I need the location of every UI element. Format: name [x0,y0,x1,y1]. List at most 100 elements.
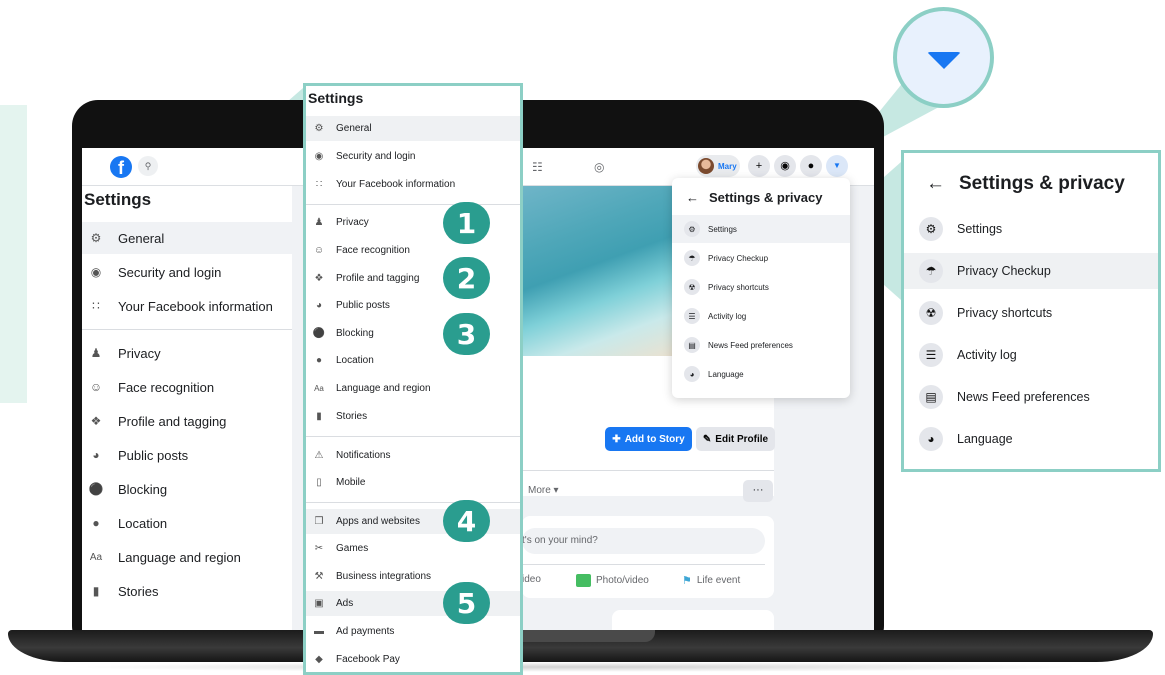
dropdown-item-settings[interactable]: ⚙ Settings [672,215,850,243]
back-arrow-icon[interactable]: ← [926,173,945,195]
more-tab[interactable]: More ▾ [528,485,559,496]
zoom-item-label: Ad payments [336,626,395,637]
dropdown-item-language[interactable]: ◕ Language [672,360,850,388]
edit-profile-button[interactable]: ✎ Edit Profile [696,427,775,451]
sidebar-item-label: Public posts [118,447,189,463]
business-icon: ⚒ [314,571,324,582]
profile-shortcut[interactable]: Mary [696,155,740,177]
groups-icon[interactable]: ◎ [594,160,604,174]
live-video-button[interactable]: ideo [522,574,541,585]
zoom-item-label: Location [336,355,374,366]
zoom-item-label: General [336,123,372,134]
sidebar-item-blocking[interactable]: ⚫ Blocking [82,473,292,505]
sidebar-item-label: Privacy [118,345,161,361]
sidebar-item-face-recognition[interactable]: ☺ Face recognition [82,371,292,403]
sidebar-item-facebook-info[interactable]: ∷ Your Facebook information [82,290,292,322]
sidebar-item-security[interactable]: ◉ Security and login [82,256,292,288]
zoom-item-public-posts[interactable]: ◕ Public posts [306,293,520,318]
zoom-item-label: Public posts [336,300,390,311]
panel-item-privacy-shortcuts[interactable]: ☢ Privacy shortcuts [904,295,1158,331]
dropdown-item-label: News Feed preferences [708,340,793,350]
dropdown-item-label: Privacy shortcuts [708,282,769,292]
sidebar-item-stories[interactable]: ▮ Stories [82,575,292,607]
panel-item-language[interactable]: ◕ Language [904,421,1158,457]
zoom-item-business-integrations[interactable]: ⚒ Business integrations [306,564,520,589]
panel-item-privacy-checkup[interactable]: ☂ Privacy Checkup [904,253,1158,289]
zoom-item-label: Profile and tagging [336,273,420,284]
dropdown-item-activity-log[interactable]: ☰ Activity log [672,302,850,330]
dropdown-item-privacy-checkup[interactable]: ☂ Privacy Checkup [672,244,850,272]
avatar [698,158,714,174]
language-icon: Aa [89,551,103,563]
step-badge-3: 3 [443,313,490,355]
sidebar-item-general[interactable]: ⚙ General [82,222,292,254]
step-badge-4: 4 [443,500,490,542]
privacy-icon: ♟ [90,346,102,360]
back-arrow-icon[interactable]: ← [686,190,699,205]
block-icon: ⚫ [312,328,326,339]
divider [82,329,292,330]
sidebar-item-profile-tagging[interactable]: ❖ Profile and tagging [82,405,292,437]
zoom-item-label: Language and region [336,383,431,394]
dropdown-item-label: Language [708,369,744,379]
zoom-item-facebook-info[interactable]: ∷ Your Facebook information [306,172,520,197]
plus-icon[interactable]: + [748,155,770,177]
bell-icon[interactable]: ● [800,155,822,177]
dropdown-item-privacy-shortcuts[interactable]: ☢ Privacy shortcuts [672,273,850,301]
sidebar-item-privacy[interactable]: ♟ Privacy [82,337,292,369]
zoom-item-label: Business integrations [336,571,432,582]
facebook-logo-icon[interactable]: f [110,156,132,178]
sidebar-item-label: Language and region [118,549,241,565]
panel-title: Settings & privacy [959,173,1125,194]
zoom-item-mobile[interactable]: ▯ Mobile [306,470,520,495]
marketplace-icon[interactable]: ☷ [532,160,543,174]
zoom-item-notifications[interactable]: ⚠ Notifications [306,443,520,468]
sidebar-item-language-region[interactable]: Aa Language and region [82,541,292,573]
info-grid-icon: ∷ [315,179,323,190]
status-input[interactable]: t's on your mind? [522,528,765,554]
gear-icon: ⚙ [919,217,943,241]
zoom-item-stories[interactable]: ▮ Stories [306,404,520,429]
caret-down-icon[interactable] [926,52,961,69]
dropdown-title: Settings & privacy [709,190,823,205]
zoom-item-general[interactable]: ⚙ General [306,116,520,141]
info-grid-icon: ∷ [92,299,100,313]
panel-item-activity-log[interactable]: ☰ Activity log [904,337,1158,373]
sidebar-item-label: Blocking [118,481,168,497]
panel-item-label: Privacy shortcuts [957,306,1053,320]
more-options-button[interactable]: ··· [743,480,773,502]
panel-item-settings[interactable]: ⚙ Settings [904,211,1158,247]
search-icon[interactable]: ⚲ [138,156,158,176]
zoom-item-face-recognition[interactable]: ☺ Face recognition [306,238,520,263]
panel-item-news-feed[interactable]: ▤ News Feed preferences [904,379,1158,415]
sidebar-item-location[interactable]: ● Location [82,507,292,539]
zoom-item-games[interactable]: ✂ Games [306,536,520,561]
divider [522,470,774,471]
zoom-item-language-region[interactable]: Aa Language and region [306,376,520,401]
dropdown-item-label: Settings [708,224,737,234]
divider [522,564,765,565]
add-to-story-button[interactable]: ✚ Add to Story [605,427,692,451]
sidebar-item-label: General [118,230,165,246]
photo-video-button[interactable]: Photo/video [576,574,649,587]
action-label: Photo/video [596,575,649,586]
zoom-item-security[interactable]: ◉ Security and login [306,144,520,169]
zoom-item-label: Security and login [336,151,416,162]
zoom-item-facebook-pay[interactable]: ◆ Facebook Pay [306,647,520,672]
caret-down-icon[interactable]: ▼ [826,155,848,177]
globe-icon: ◕ [684,366,700,382]
zoom-item-ad-payments[interactable]: ▬ Ad payments [306,619,520,644]
apps-icon: ❒ [314,516,324,527]
credit-card-icon: ▬ [314,626,324,637]
list-icon: ☰ [684,308,700,324]
panel-item-label: Privacy Checkup [957,264,1051,278]
dropdown-item-news-feed[interactable]: ▤ News Feed preferences [672,331,850,359]
zoom-item-label: Blocking [336,328,374,339]
sidebar-item-public-posts[interactable]: ◕ Public posts [82,439,292,471]
life-event-button[interactable]: ⚑ Life event [682,574,740,587]
zoom-item-location[interactable]: ● Location [306,348,520,373]
panel-item-label: Settings [957,222,1003,236]
messenger-icon[interactable]: ◉ [774,155,796,177]
zoom-item-label: Mobile [336,477,366,488]
tag-icon: ❖ [90,414,102,428]
